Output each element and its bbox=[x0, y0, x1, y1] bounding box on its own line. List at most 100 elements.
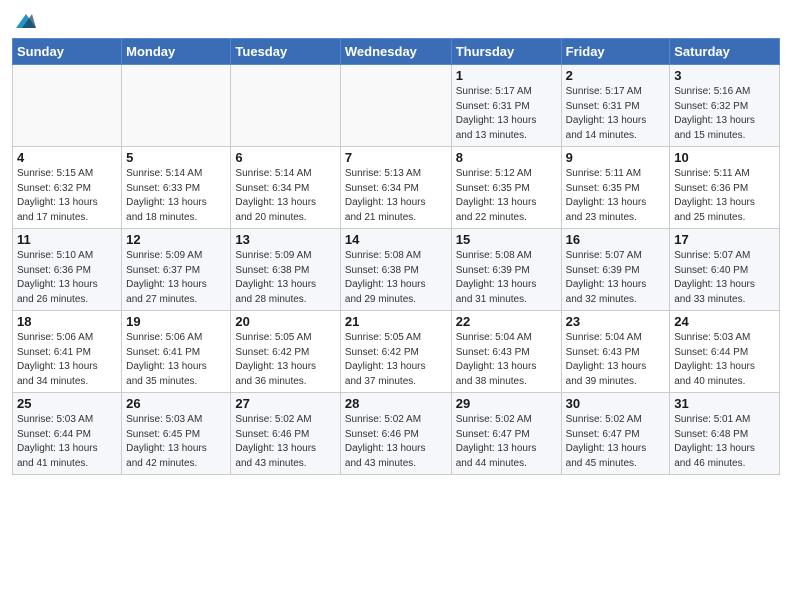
week-row-4: 18 Sunrise: 5:06 AM Sunset: 6:41 PM Dayli… bbox=[13, 311, 780, 393]
day-detail: Sunrise: 5:14 AM Sunset: 6:34 PM Dayligh… bbox=[235, 167, 335, 225]
day-number: 5 bbox=[126, 150, 226, 165]
day-cell: 19Sunrise: 5:06 AM Sunset: 6:41 PM Dayli… bbox=[122, 311, 231, 393]
day-cell: 29 Sunrise: 5:02 AM Sunset: 6:47 PM Dayli… bbox=[451, 393, 561, 475]
day-detail: Sunrise: 5:08 AM Sunset: 6:39 PM Dayligh… bbox=[456, 249, 557, 307]
day-detail: Sunrise: 5:15 AM Sunset: 6:32 PM Dayligh… bbox=[17, 167, 117, 225]
week-row-5: 25 Sunrise: 5:03 AM Sunset: 6:44 PM Dayli… bbox=[13, 393, 780, 475]
day-detail: Sunrise: 5:07 AM Sunset: 6:39 PM Dayligh… bbox=[566, 249, 666, 307]
day-number: 3 bbox=[674, 68, 775, 83]
day-cell: 21 Sunrise: 5:05 AM Sunset: 6:42 PM Dayli… bbox=[340, 311, 451, 393]
day-cell: 9 Sunrise: 5:11 AM Sunset: 6:35 PM Daylig… bbox=[561, 147, 670, 229]
day-number: 29 bbox=[456, 396, 557, 411]
day-detail: Sunrise: 5:04 AM Sunset: 6:43 PM Dayligh… bbox=[456, 331, 557, 389]
day-cell: 17 Sunrise: 5:07 AM Sunset: 6:40 PM Dayli… bbox=[670, 229, 780, 311]
day-cell bbox=[13, 65, 122, 147]
day-cell: 4 Sunrise: 5:15 AM Sunset: 6:32 PM Daylig… bbox=[13, 147, 122, 229]
day-number: 8 bbox=[456, 150, 557, 165]
day-detail: Sunrise: 5:11 AM Sunset: 6:35 PM Dayligh… bbox=[566, 167, 666, 225]
col-header-tuesday: Tuesday bbox=[231, 39, 340, 65]
day-number: 4 bbox=[17, 150, 117, 165]
day-cell: 5 Sunrise: 5:14 AM Sunset: 6:33 PM Daylig… bbox=[122, 147, 231, 229]
day-detail: Sunrise: 5:11 AM Sunset: 6:36 PM Dayligh… bbox=[674, 167, 775, 225]
day-number: 10 bbox=[674, 150, 775, 165]
day-number: 23 bbox=[566, 314, 666, 329]
day-number: 6 bbox=[235, 150, 335, 165]
col-header-wednesday: Wednesday bbox=[340, 39, 451, 65]
day-detail: Sunrise: 5:08 AM Sunset: 6:38 PM Dayligh… bbox=[345, 249, 447, 307]
col-header-monday: Monday bbox=[122, 39, 231, 65]
day-number: 2 bbox=[566, 68, 666, 83]
logo bbox=[12, 10, 36, 32]
day-cell: 27Sunrise: 5:02 AM Sunset: 6:46 PM Dayli… bbox=[231, 393, 340, 475]
day-cell: 14 Sunrise: 5:08 AM Sunset: 6:38 PM Dayli… bbox=[340, 229, 451, 311]
day-detail: Sunrise: 5:14 AM Sunset: 6:33 PM Dayligh… bbox=[126, 167, 226, 225]
day-detail: Sunrise: 5:02 AM Sunset: 6:46 PM Dayligh… bbox=[235, 413, 335, 471]
day-detail: Sunrise: 5:12 AM Sunset: 6:35 PM Dayligh… bbox=[456, 167, 557, 225]
day-detail: Sunrise: 5:03 AM Sunset: 6:44 PM Dayligh… bbox=[674, 331, 775, 389]
day-number: 16 bbox=[566, 232, 666, 247]
week-row-1: 1 Sunrise: 5:17 AM Sunset: 6:31 PM Daylig… bbox=[13, 65, 780, 147]
day-number: 21 bbox=[345, 314, 447, 329]
day-number: 1 bbox=[456, 68, 557, 83]
day-cell: 22 Sunrise: 5:04 AM Sunset: 6:43 PM Dayli… bbox=[451, 311, 561, 393]
day-detail: Sunrise: 5:03 AM Sunset: 6:45 PM Dayligh… bbox=[126, 413, 226, 471]
day-cell: 8 Sunrise: 5:12 AM Sunset: 6:35 PM Daylig… bbox=[451, 147, 561, 229]
day-number: 22 bbox=[456, 314, 557, 329]
day-number: 7 bbox=[345, 150, 447, 165]
day-detail: Sunrise: 5:17 AM Sunset: 6:31 PM Dayligh… bbox=[566, 85, 666, 143]
day-detail: Sunrise: 5:09 AM Sunset: 6:38 PM Dayligh… bbox=[235, 249, 335, 307]
day-detail: Sunrise: 5:07 AM Sunset: 6:40 PM Dayligh… bbox=[674, 249, 775, 307]
logo-icon bbox=[14, 10, 36, 32]
day-detail: Sunrise: 5:06 AM Sunset: 6:41 PM Dayligh… bbox=[17, 331, 117, 389]
day-number: 18 bbox=[17, 314, 117, 329]
day-cell: 24 Sunrise: 5:03 AM Sunset: 6:44 PM Dayli… bbox=[670, 311, 780, 393]
page: SundayMondayTuesdayWednesdayThursdayFrid… bbox=[0, 0, 792, 487]
day-detail: Sunrise: 5:06 AM Sunset: 6:41 PM Dayligh… bbox=[126, 331, 226, 389]
day-cell bbox=[231, 65, 340, 147]
day-detail: Sunrise: 5:02 AM Sunset: 6:47 PM Dayligh… bbox=[456, 413, 557, 471]
day-detail: Sunrise: 5:10 AM Sunset: 6:36 PM Dayligh… bbox=[17, 249, 117, 307]
day-detail: Sunrise: 5:05 AM Sunset: 6:42 PM Dayligh… bbox=[235, 331, 335, 389]
calendar-table: SundayMondayTuesdayWednesdayThursdayFrid… bbox=[12, 38, 780, 475]
day-number: 28 bbox=[345, 396, 447, 411]
day-detail: Sunrise: 5:16 AM Sunset: 6:32 PM Dayligh… bbox=[674, 85, 775, 143]
day-cell: 7 Sunrise: 5:13 AM Sunset: 6:34 PM Daylig… bbox=[340, 147, 451, 229]
day-detail: Sunrise: 5:04 AM Sunset: 6:43 PM Dayligh… bbox=[566, 331, 666, 389]
day-cell: 3 Sunrise: 5:16 AM Sunset: 6:32 PM Daylig… bbox=[670, 65, 780, 147]
day-cell: 11Sunrise: 5:10 AM Sunset: 6:36 PM Dayli… bbox=[13, 229, 122, 311]
day-cell: 23 Sunrise: 5:04 AM Sunset: 6:43 PM Dayli… bbox=[561, 311, 670, 393]
day-cell: 18 Sunrise: 5:06 AM Sunset: 6:41 PM Dayli… bbox=[13, 311, 122, 393]
col-header-thursday: Thursday bbox=[451, 39, 561, 65]
day-number: 24 bbox=[674, 314, 775, 329]
week-row-2: 4 Sunrise: 5:15 AM Sunset: 6:32 PM Daylig… bbox=[13, 147, 780, 229]
col-header-sunday: Sunday bbox=[13, 39, 122, 65]
day-detail: Sunrise: 5:17 AM Sunset: 6:31 PM Dayligh… bbox=[456, 85, 557, 143]
day-cell: 10 Sunrise: 5:11 AM Sunset: 6:36 PM Dayli… bbox=[670, 147, 780, 229]
day-cell: 16 Sunrise: 5:07 AM Sunset: 6:39 PM Dayli… bbox=[561, 229, 670, 311]
day-number: 25 bbox=[17, 396, 117, 411]
day-cell: 28 Sunrise: 5:02 AM Sunset: 6:46 PM Dayli… bbox=[340, 393, 451, 475]
day-number: 31 bbox=[674, 396, 775, 411]
day-number: 9 bbox=[566, 150, 666, 165]
day-number: 17 bbox=[674, 232, 775, 247]
day-cell: 30Sunrise: 5:02 AM Sunset: 6:47 PM Dayli… bbox=[561, 393, 670, 475]
day-detail: Sunrise: 5:02 AM Sunset: 6:46 PM Dayligh… bbox=[345, 413, 447, 471]
day-detail: Sunrise: 5:13 AM Sunset: 6:34 PM Dayligh… bbox=[345, 167, 447, 225]
day-number: 20 bbox=[235, 314, 335, 329]
day-detail: Sunrise: 5:03 AM Sunset: 6:44 PM Dayligh… bbox=[17, 413, 117, 471]
day-detail: Sunrise: 5:09 AM Sunset: 6:37 PM Dayligh… bbox=[126, 249, 226, 307]
day-number: 14 bbox=[345, 232, 447, 247]
day-cell: 12 Sunrise: 5:09 AM Sunset: 6:37 PM Dayli… bbox=[122, 229, 231, 311]
day-number: 13 bbox=[235, 232, 335, 247]
col-header-friday: Friday bbox=[561, 39, 670, 65]
day-cell: 25 Sunrise: 5:03 AM Sunset: 6:44 PM Dayli… bbox=[13, 393, 122, 475]
day-cell: 6 Sunrise: 5:14 AM Sunset: 6:34 PM Daylig… bbox=[231, 147, 340, 229]
day-detail: Sunrise: 5:02 AM Sunset: 6:47 PM Dayligh… bbox=[566, 413, 666, 471]
day-cell: 1 Sunrise: 5:17 AM Sunset: 6:31 PM Daylig… bbox=[451, 65, 561, 147]
day-number: 12 bbox=[126, 232, 226, 247]
day-cell: 2 Sunrise: 5:17 AM Sunset: 6:31 PM Daylig… bbox=[561, 65, 670, 147]
calendar-header-row: SundayMondayTuesdayWednesdayThursdayFrid… bbox=[13, 39, 780, 65]
week-row-3: 11Sunrise: 5:10 AM Sunset: 6:36 PM Dayli… bbox=[13, 229, 780, 311]
day-cell: 20 Sunrise: 5:05 AM Sunset: 6:42 PM Dayli… bbox=[231, 311, 340, 393]
day-detail: Sunrise: 5:05 AM Sunset: 6:42 PM Dayligh… bbox=[345, 331, 447, 389]
